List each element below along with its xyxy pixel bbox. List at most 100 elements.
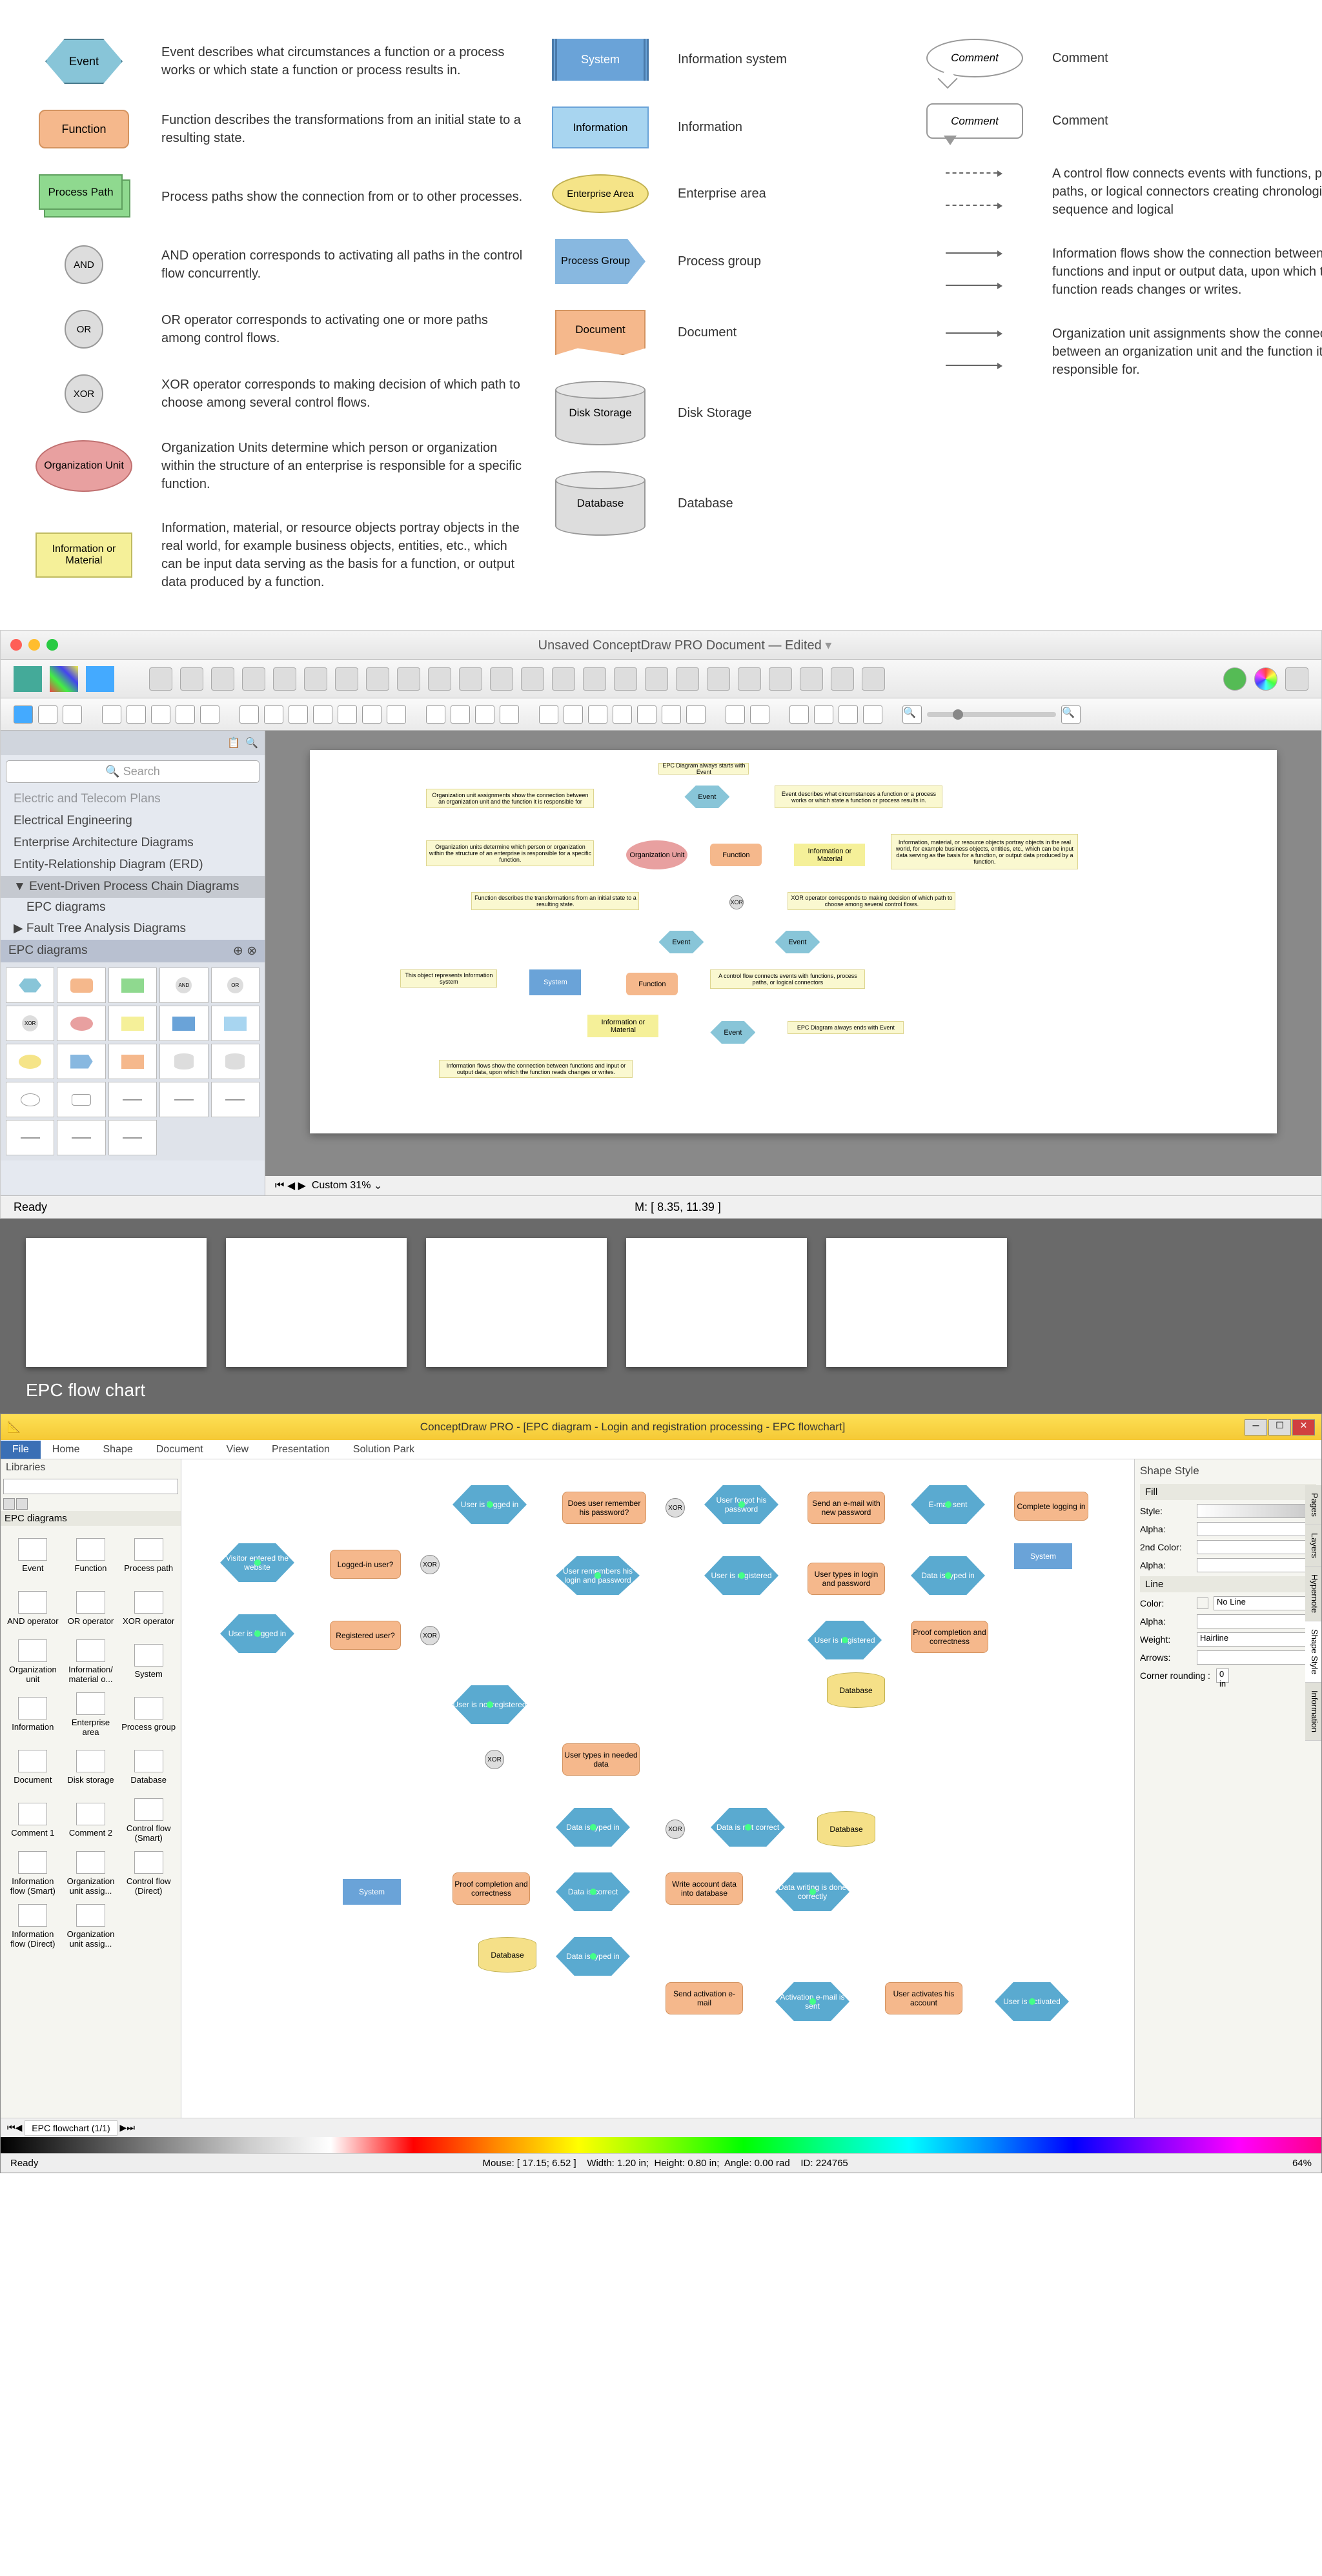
- toolbar-icon[interactable]: [738, 667, 761, 691]
- nav-prev-icon[interactable]: ◀: [15, 2122, 23, 2133]
- shape-item[interactable]: Control flow (Smart): [120, 1794, 177, 1846]
- thumbnail[interactable]: [226, 1238, 407, 1367]
- shape-item[interactable]: Information flow (Direct): [5, 1900, 61, 1952]
- node-event[interactable]: E-mail sent: [911, 1485, 985, 1524]
- toolbar-icon[interactable]: [831, 667, 854, 691]
- node-event[interactable]: User is registered: [808, 1621, 882, 1659]
- shape-item[interactable]: Function: [63, 1530, 119, 1581]
- tool-icon[interactable]: [289, 705, 308, 724]
- tool-icon[interactable]: [127, 705, 146, 724]
- toolbar-icon[interactable]: [552, 667, 575, 691]
- node-event[interactable]: Visitor entered the website: [220, 1543, 294, 1582]
- toolbar-save-icon[interactable]: [86, 666, 114, 692]
- tool-icon[interactable]: [200, 705, 219, 724]
- tool-icon[interactable]: [613, 705, 632, 724]
- vtab-shape-style[interactable]: Shape Style: [1305, 1621, 1321, 1683]
- toolbar-icon[interactable]: [800, 667, 823, 691]
- nav-last-icon[interactable]: ⏭: [127, 2122, 135, 2133]
- vtab-information[interactable]: Information: [1305, 1683, 1321, 1741]
- toolbar-icon[interactable]: [1223, 667, 1246, 691]
- maximize-button[interactable]: ☐: [1268, 1419, 1291, 1435]
- toolbar-icon[interactable]: [707, 667, 730, 691]
- canvas-xor[interactable]: XOR: [729, 895, 744, 909]
- shape-event[interactable]: [6, 968, 54, 1003]
- node-function[interactable]: Registered user?: [330, 1621, 401, 1650]
- tool-icon[interactable]: [264, 705, 283, 724]
- tool-icon[interactable]: [38, 705, 57, 724]
- toolbar-icon[interactable]: [335, 667, 358, 691]
- shape-function[interactable]: [57, 968, 105, 1003]
- toolbar-icon[interactable]: [1285, 667, 1308, 691]
- tool-icon[interactable]: [662, 705, 681, 724]
- close-button[interactable]: ✕: [1292, 1419, 1315, 1435]
- shape-item[interactable]: Disk storage: [63, 1741, 119, 1793]
- shape-item[interactable]: Enterprise area: [63, 1689, 119, 1740]
- vtab-pages[interactable]: Pages: [1305, 1485, 1321, 1525]
- node-event[interactable]: Data is correct: [556, 1872, 630, 1911]
- tool-icon[interactable]: [750, 705, 769, 724]
- node-function[interactable]: Proof completion and correctness: [453, 1872, 530, 1905]
- node-function[interactable]: User types in needed data: [562, 1743, 640, 1776]
- shape-connector[interactable]: [57, 1120, 105, 1155]
- thumbnail[interactable]: [426, 1238, 607, 1367]
- node-function[interactable]: Write account data into database: [666, 1872, 743, 1905]
- zoom-in-icon[interactable]: 🔍: [1061, 705, 1081, 724]
- node-system[interactable]: System: [1014, 1543, 1072, 1569]
- shape-and[interactable]: AND: [159, 968, 208, 1003]
- toolbar-icon[interactable]: [428, 667, 451, 691]
- canvas-note[interactable]: EPC Diagram always ends with Event: [788, 1021, 904, 1034]
- tool-icon[interactable]: [176, 705, 195, 724]
- canvas-note[interactable]: Organization unit assignments show the c…: [426, 789, 594, 808]
- canvas-note[interactable]: Event describes what circumstances a fun…: [775, 786, 942, 808]
- ribbon-tab-document[interactable]: Document: [145, 1441, 215, 1459]
- shape-item[interactable]: Comment 2: [63, 1794, 119, 1846]
- tool-icon[interactable]: [313, 705, 332, 724]
- shape-item[interactable]: Organization unit: [5, 1636, 61, 1687]
- shape-information[interactable]: [211, 1006, 259, 1041]
- nav-icon[interactable]: ▶: [298, 1179, 306, 1192]
- style-select[interactable]: [1197, 1504, 1306, 1518]
- tool-icon[interactable]: [839, 705, 858, 724]
- node-event[interactable]: Data is typed in: [556, 1937, 630, 1976]
- canvas-system[interactable]: System: [529, 969, 581, 995]
- nav-icon[interactable]: ⏮: [275, 1180, 284, 1192]
- toolbar-icon[interactable]: [769, 667, 792, 691]
- toolbar-icon[interactable]: [459, 667, 482, 691]
- node-xor[interactable]: XOR: [666, 1498, 685, 1517]
- tool-icon[interactable]: [814, 705, 833, 724]
- node-database[interactable]: Database: [478, 1937, 536, 1973]
- thumbnail[interactable]: [626, 1238, 807, 1367]
- shape-disk[interactable]: [159, 1044, 208, 1079]
- node-xor[interactable]: XOR: [666, 1820, 685, 1839]
- node-function[interactable]: Send activation e-mail: [666, 1982, 743, 2014]
- color-strip[interactable]: [1, 2137, 1321, 2153]
- shape-item[interactable]: Information/ material o...: [63, 1636, 119, 1687]
- shape-item[interactable]: Document: [5, 1741, 61, 1793]
- lib-icon[interactable]: ⊕: [233, 944, 243, 958]
- tree-item-selected[interactable]: ▼ Event-Driven Process Chain Diagrams: [1, 876, 265, 898]
- win-canvas[interactable]: Visitor entered the website Logged-in us…: [181, 1459, 1134, 2118]
- shape-item[interactable]: Organization unit assig...: [63, 1900, 119, 1952]
- shape-enterprise[interactable]: [6, 1044, 54, 1079]
- canvas-function[interactable]: Function: [626, 973, 678, 995]
- canvas-function[interactable]: Function: [710, 844, 762, 866]
- canvas-document[interactable]: EPC Diagram always starts with Event Org…: [310, 750, 1276, 1133]
- tool-icon[interactable]: [63, 705, 82, 724]
- zoom-dropdown-icon[interactable]: ⌄: [374, 1179, 382, 1192]
- tool-icon[interactable]: [726, 705, 745, 724]
- canvas-event[interactable]: Event: [710, 1021, 755, 1044]
- tool-icon[interactable]: [239, 705, 259, 724]
- node-event[interactable]: Activation e-mail is sent: [775, 1982, 849, 2021]
- arrows-select[interactable]: [1197, 1650, 1306, 1665]
- shape-comment1[interactable]: [6, 1082, 54, 1117]
- toolbar-icon[interactable]: [14, 666, 42, 692]
- toolbar-icon[interactable]: [862, 667, 885, 691]
- toolbar-icon[interactable]: [273, 667, 296, 691]
- shape-item[interactable]: Comment 1: [5, 1794, 61, 1846]
- alpha-slider[interactable]: [1197, 1614, 1306, 1628]
- vtab-hypernote[interactable]: Hypernote: [1305, 1567, 1321, 1621]
- node-event[interactable]: Data is typed in: [911, 1556, 985, 1595]
- close-button[interactable]: [10, 639, 22, 651]
- node-event[interactable]: User is not registered: [453, 1685, 527, 1724]
- shape-item[interactable]: Information flow (Smart): [5, 1847, 61, 1899]
